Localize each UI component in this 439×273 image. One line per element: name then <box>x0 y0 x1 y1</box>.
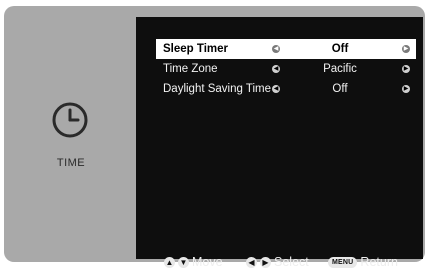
menu-item-label: Daylight Saving Time <box>163 83 272 95</box>
menu-item-label: Sleep Timer <box>163 43 228 55</box>
right-arrow-icon: ▶ <box>260 256 271 268</box>
return-hint: MENU Return <box>328 255 398 269</box>
return-label: Return <box>360 255 398 269</box>
settings-panel: TIME Sleep Timer ◀ Off ▶ Time Zone ◀ Pac… <box>4 6 425 269</box>
menu-item-label: Time Zone <box>163 63 218 75</box>
clock-icon <box>52 102 88 138</box>
right-arrow-icon[interactable]: ▶ <box>402 45 410 53</box>
right-arrow-icon[interactable]: ▶ <box>402 65 410 73</box>
menu-item-value: Off <box>332 83 348 95</box>
menu-key-icon: MENU <box>328 256 358 268</box>
menu-item-value: Off <box>331 43 349 55</box>
category-label: TIME <box>56 157 86 169</box>
up-arrow-icon: ▲ <box>164 256 175 268</box>
select-hint: ◀ ▶ Select <box>246 255 309 269</box>
move-hint: ▲ ▼ Move <box>164 255 223 269</box>
menu-screen: Sleep Timer ◀ Off ▶ Time Zone ◀ Pacific … <box>136 17 423 269</box>
select-label: Select <box>274 255 309 269</box>
left-arrow-icon[interactable]: ◀ <box>272 65 280 73</box>
button-hints-bar: ▲ ▼ Move ◀ ▶ Select MENU Return <box>136 253 423 273</box>
menu-item-daylight-saving-time[interactable]: Daylight Saving Time ◀ Off ▶ <box>156 79 416 99</box>
left-arrow-icon[interactable]: ◀ <box>272 85 280 93</box>
menu-item-time-zone[interactable]: Time Zone ◀ Pacific ▶ <box>156 59 416 79</box>
menu-item-value: Pacific <box>323 63 357 75</box>
move-label: Move <box>192 255 223 269</box>
menu-item-sleep-timer[interactable]: Sleep Timer ◀ Off ▶ <box>156 39 416 59</box>
left-arrow-icon: ◀ <box>246 256 257 268</box>
right-arrow-icon[interactable]: ▶ <box>402 85 410 93</box>
down-arrow-icon: ▼ <box>178 256 189 268</box>
category-sidebar: TIME <box>4 6 129 262</box>
left-arrow-icon[interactable]: ◀ <box>272 45 280 53</box>
